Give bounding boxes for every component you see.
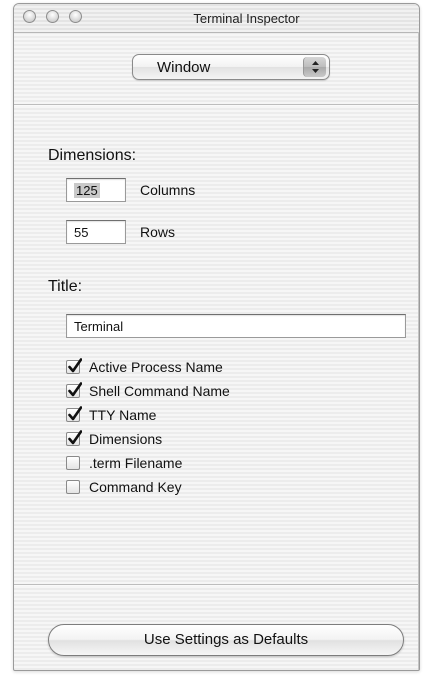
- inspector-pane-popup[interactable]: Window: [132, 54, 330, 80]
- separator-bottom: [14, 584, 419, 586]
- checkbox-box[interactable]: [66, 406, 82, 422]
- window-edge: [418, 32, 419, 670]
- checkbox-box[interactable]: [66, 480, 80, 494]
- rows-field[interactable]: 55: [66, 220, 126, 244]
- checkbox-label[interactable]: Active Process Name: [89, 359, 223, 375]
- minimize-icon[interactable]: [46, 10, 59, 23]
- updown-arrows-icon: [303, 57, 326, 77]
- checkmark-icon: [68, 382, 82, 397]
- window-title-field[interactable]: Terminal: [66, 314, 406, 338]
- title-bar[interactable]: Terminal Inspector: [14, 4, 419, 33]
- dimensions-heading: Dimensions:: [48, 147, 137, 164]
- checkbox-label[interactable]: Dimensions: [89, 431, 162, 447]
- window-title: Terminal Inspector: [193, 11, 300, 26]
- zoom-icon[interactable]: [69, 10, 82, 23]
- checkbox-label[interactable]: Command Key: [89, 479, 182, 495]
- terminal-inspector-window: Terminal Inspector Window Dimensions: 12…: [13, 3, 420, 671]
- checkbox-box[interactable]: [66, 358, 82, 374]
- rows-label: Rows: [140, 224, 176, 240]
- checkbox-box[interactable]: [66, 456, 80, 470]
- title-heading: Title:: [48, 278, 83, 295]
- checkbox-label[interactable]: Shell Command Name: [89, 383, 230, 399]
- checkbox-box[interactable]: [66, 382, 82, 398]
- columns-field[interactable]: 125: [66, 178, 126, 202]
- columns-label: Columns: [140, 182, 196, 198]
- checkbox-label[interactable]: TTY Name: [89, 407, 156, 423]
- separator-top: [14, 104, 419, 106]
- checkbox-box[interactable]: [66, 430, 82, 446]
- popup-selected-value: Window: [157, 59, 211, 76]
- close-icon[interactable]: [23, 10, 36, 23]
- checkbox-label[interactable]: .term Filename: [89, 455, 182, 471]
- checkmark-icon: [68, 430, 82, 445]
- checkmark-icon: [68, 406, 82, 421]
- use-settings-as-defaults-button[interactable]: Use Settings as Defaults: [48, 624, 404, 656]
- columns-value: 125: [74, 183, 100, 198]
- checkmark-icon: [68, 358, 82, 373]
